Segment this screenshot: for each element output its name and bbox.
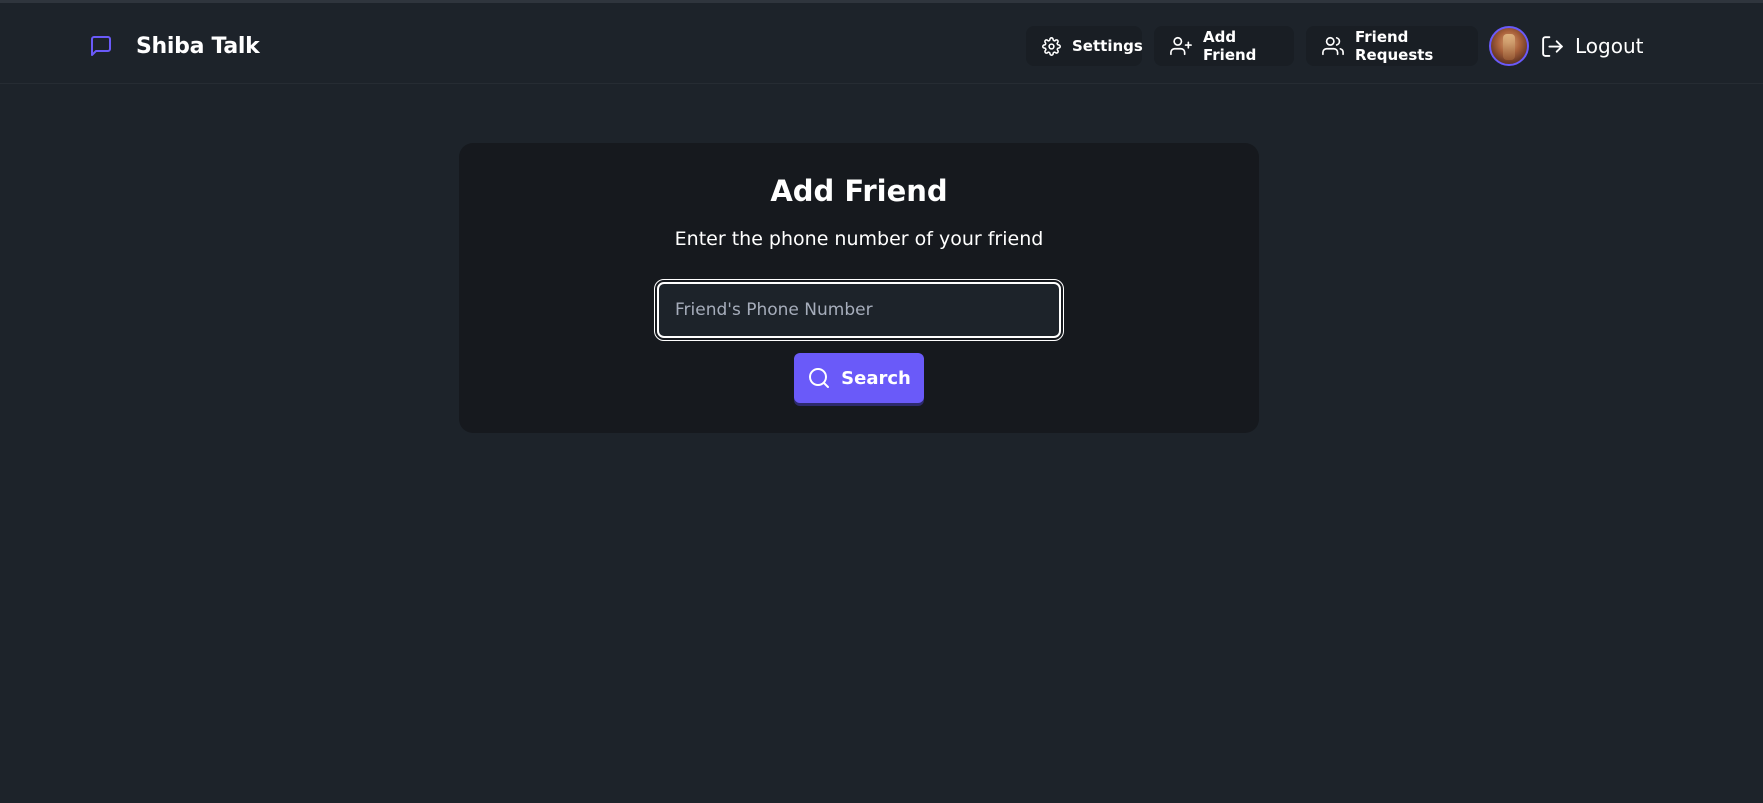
app-title: Shiba Talk xyxy=(136,33,260,59)
top-navbar: Shiba Talk Settings Add Friend Friend Re… xyxy=(0,3,1763,84)
user-plus-icon xyxy=(1170,35,1192,57)
nav-actions: Settings Add Friend Friend Requests Logo… xyxy=(1026,24,1643,68)
brand[interactable]: Shiba Talk xyxy=(88,30,260,62)
search-icon xyxy=(807,366,831,390)
page-subtitle: Enter the phone number of your friend xyxy=(674,228,1044,250)
logout-label: Logout xyxy=(1575,34,1644,58)
add-friend-label: Add Friend xyxy=(1203,28,1257,64)
search-button[interactable]: Search xyxy=(794,353,924,403)
add-friend-card: Add Friend Enter the phone number of you… xyxy=(459,143,1259,433)
settings-label: Settings xyxy=(1072,37,1143,55)
friend-requests-button[interactable]: Friend Requests xyxy=(1306,26,1478,66)
friend-requests-label: Friend Requests xyxy=(1355,28,1434,64)
avatar[interactable] xyxy=(1489,26,1529,66)
page-title: Add Friend xyxy=(770,174,948,208)
gear-icon xyxy=(1042,35,1061,57)
settings-button[interactable]: Settings xyxy=(1026,26,1143,66)
search-label: Search xyxy=(841,367,911,389)
phone-number-input[interactable] xyxy=(654,279,1064,341)
users-icon xyxy=(1322,35,1344,57)
log-out-icon xyxy=(1539,33,1565,59)
add-friend-button[interactable]: Add Friend xyxy=(1154,26,1294,66)
message-square-icon xyxy=(88,33,114,59)
logout-button[interactable]: Logout xyxy=(1539,33,1643,59)
